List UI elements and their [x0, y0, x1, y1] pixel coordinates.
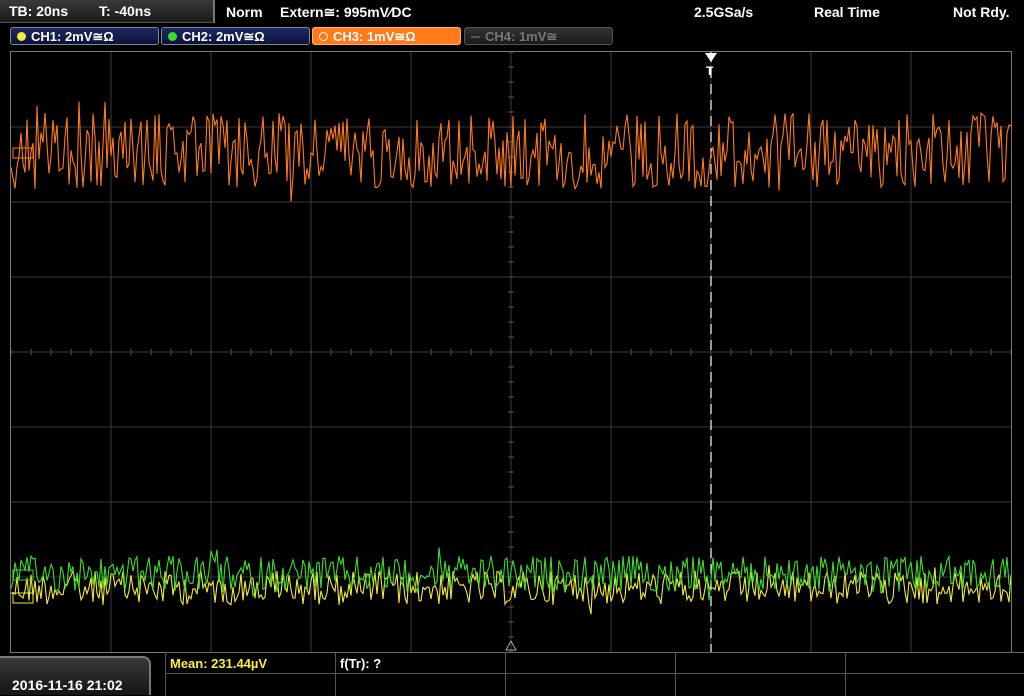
- ch4-label: CH4: 1mV≅: [485, 29, 558, 44]
- trigger-marker-label: T: [706, 64, 714, 78]
- status-bar: TB: 20ns T: -40ns Norm Extern≅: 995mV∕DC…: [0, 0, 1024, 24]
- ch2-level-marker: [12, 569, 34, 581]
- datetime: 2016-11-16 21:02: [12, 677, 123, 693]
- ch4-button[interactable]: CH4: 1mV≅: [464, 27, 613, 45]
- timebase-value: TB: 20ns: [9, 3, 69, 19]
- trigger-time-value: T: -40ns: [99, 3, 152, 19]
- reference-position-icon[interactable]: [505, 640, 517, 652]
- waveform-display[interactable]: [10, 51, 1012, 653]
- measurement-cell[interactable]: [675, 653, 845, 696]
- sample-rate: 2.5GSa/s: [694, 4, 754, 20]
- measurement-divider: [165, 673, 1024, 674]
- datetime-box: 2016-11-16 21:02: [0, 656, 151, 695]
- acquisition-status: Not Rdy.: [953, 4, 1010, 20]
- ch1-label: CH1: 2mV≅Ω: [31, 29, 114, 44]
- timebase-box[interactable]: TB: 20ns T: -40ns: [0, 0, 215, 23]
- rise-frequency-measurement: f(Tr): ?: [340, 656, 382, 671]
- channel-bar: CH1: 2mV≅Ω CH2: 2mV≅Ω CH3: 1mV≅Ω CH4: 1m…: [0, 26, 1024, 49]
- ch2-label: CH2: 2mV≅Ω: [182, 29, 265, 44]
- trigger-mode[interactable]: Norm: [226, 4, 263, 20]
- ch2-indicator-icon: [168, 32, 177, 41]
- measurement-cell[interactable]: [845, 653, 1024, 696]
- measurement-cell[interactable]: [505, 653, 675, 696]
- bottom-bar: 2016-11-16 21:02 Mean: 231.44µV f(Tr): ?: [0, 652, 1024, 696]
- acquisition-mode: Real Time: [814, 4, 880, 20]
- ch3-indicator-icon: [319, 32, 328, 41]
- ch1-indicator-icon: [17, 32, 26, 41]
- waveform-svg: [11, 52, 1011, 652]
- ch1-button[interactable]: CH1: 2mV≅Ω: [10, 27, 159, 45]
- trigger-source[interactable]: Extern≅: 995mV∕DC: [280, 4, 412, 21]
- ch3-label: CH3: 1mV≅Ω: [333, 29, 416, 44]
- measurement-panel: Mean: 231.44µV f(Tr): ?: [165, 652, 1024, 696]
- ch4-indicator-icon: [471, 36, 480, 38]
- ch2-button[interactable]: CH2: 2mV≅Ω: [161, 27, 310, 45]
- ch3-button[interactable]: CH3: 1mV≅Ω: [312, 27, 461, 45]
- mean-measurement: Mean: 231.44µV: [170, 656, 268, 671]
